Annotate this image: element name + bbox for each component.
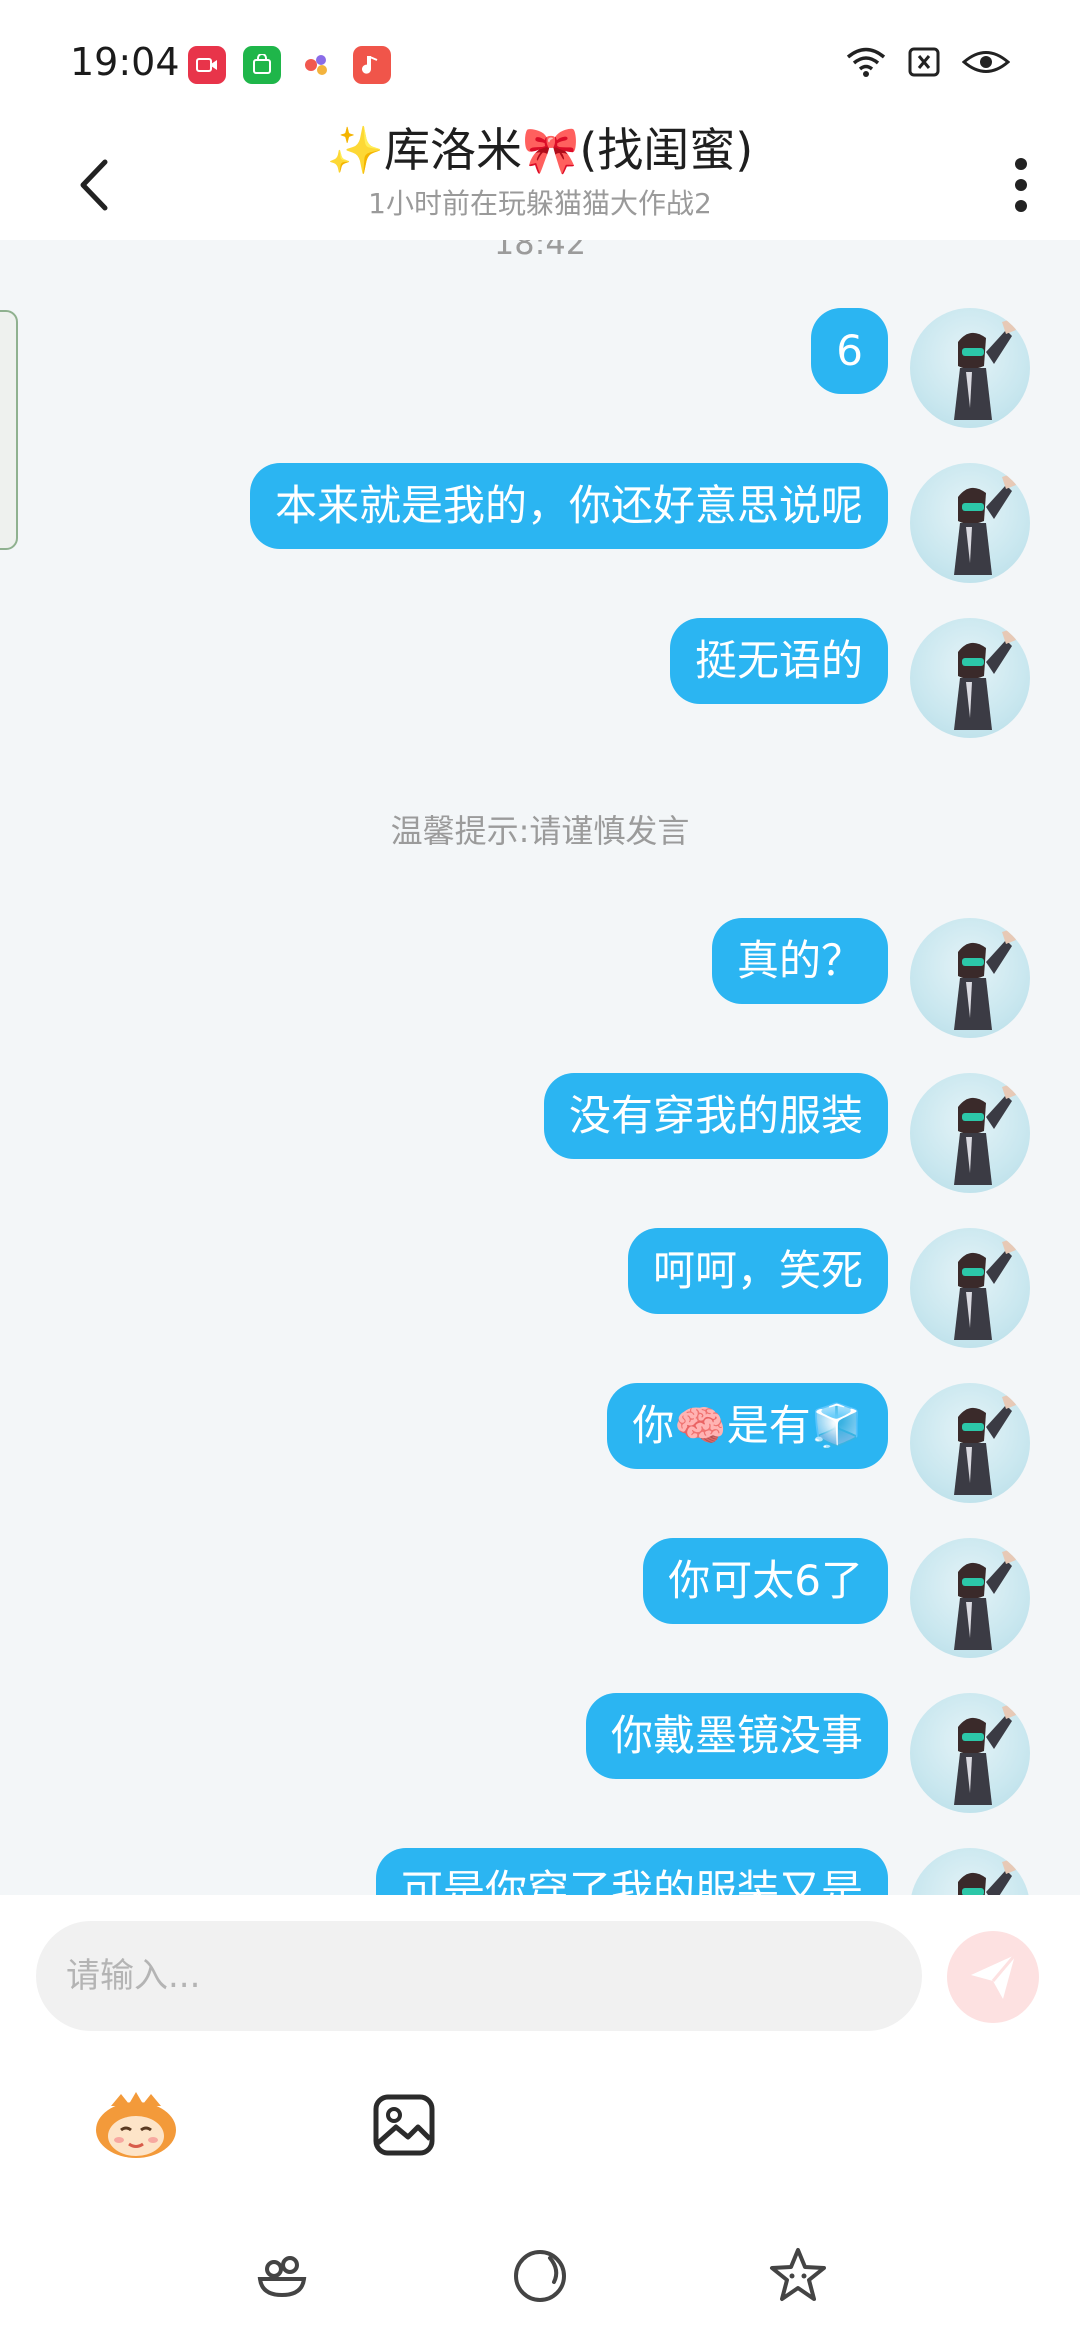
chat-message: 挺无语的 xyxy=(0,618,1080,738)
message-bubble[interactable]: 没有穿我的服装 xyxy=(543,1073,888,1159)
nav-favorites-button[interactable] xyxy=(762,2240,834,2312)
send-icon xyxy=(971,1954,1017,1999)
avatar[interactable] xyxy=(910,1073,1030,1193)
message-bubble[interactable]: 可是你穿了我的服装又是 xyxy=(375,1848,888,1895)
avatar[interactable] xyxy=(910,618,1030,738)
status-bar: 19:04 xyxy=(0,0,1080,120)
shop-app-icon xyxy=(243,46,281,84)
contact-status: 1小时前在玩躲猫猫大作战2 xyxy=(368,187,712,220)
message-input[interactable] xyxy=(36,1921,922,2031)
more-vertical-icon xyxy=(1015,158,1027,212)
message-bubble[interactable]: 6 xyxy=(811,308,888,394)
more-options-button[interactable] xyxy=(986,140,1056,230)
chat-messages[interactable]: 18:42 温馨提示:请谨慎发言 6 本来就是我的，你还好意思说呢 挺无语的 真… xyxy=(0,240,1080,1895)
video-app-icon xyxy=(188,46,226,84)
image-icon xyxy=(373,2094,435,2156)
avatar[interactable] xyxy=(910,1228,1030,1348)
chat-message: 没有穿我的服装 xyxy=(0,1073,1080,1193)
time-separator: 18:42 xyxy=(493,240,587,262)
message-bubble[interactable]: 你可太6了 xyxy=(643,1538,888,1624)
wifi-icon xyxy=(846,46,886,82)
avatar[interactable] xyxy=(910,1538,1030,1658)
sim-off-icon xyxy=(908,47,940,81)
status-right-icons xyxy=(846,46,1011,82)
chat-message: 可是你穿了我的服装又是 xyxy=(0,1848,1080,1895)
message-bubble[interactable]: 呵呵，笑死 xyxy=(627,1228,888,1314)
message-bubble[interactable]: 本来就是我的，你还好意思说呢 xyxy=(249,463,888,549)
food-bowl-icon xyxy=(257,2256,307,2298)
contact-name: ✨库洛米🎀(找闺蜜) xyxy=(326,123,754,177)
status-app-icons xyxy=(188,46,391,84)
chat-header: ✨库洛米🎀(找闺蜜) 1小时前在玩躲猫猫大作战2 xyxy=(0,120,1080,240)
avatar[interactable] xyxy=(910,918,1030,1038)
avatar[interactable] xyxy=(910,1848,1030,1895)
avatar[interactable] xyxy=(910,463,1030,583)
safety-tip: 温馨提示:请谨慎发言 xyxy=(390,812,690,850)
star-face-icon xyxy=(770,2248,826,2301)
chat-message: 真的？ xyxy=(0,918,1080,1038)
avatar[interactable] xyxy=(910,1693,1030,1813)
message-bubble[interactable]: 你🧠是有🧊 xyxy=(607,1383,888,1469)
eye-comfort-icon xyxy=(961,47,1011,81)
image-button[interactable] xyxy=(354,2075,454,2175)
status-time: 19:04 xyxy=(70,40,180,84)
planet-icon xyxy=(514,2250,566,2302)
chat-message: 本来就是我的，你还好意思说呢 xyxy=(0,463,1080,583)
message-bubble[interactable]: 你戴墨镜没事 xyxy=(585,1693,888,1779)
avatar[interactable] xyxy=(910,308,1030,428)
chat-message: 你可太6了 xyxy=(0,1538,1080,1658)
send-button[interactable] xyxy=(947,1931,1039,2023)
sticker-button[interactable] xyxy=(86,2075,186,2175)
chat-message: 你戴墨镜没事 xyxy=(0,1693,1080,1813)
nav-discover-button[interactable] xyxy=(504,2240,576,2312)
chat-message: 你🧠是有🧊 xyxy=(0,1383,1080,1503)
avatar[interactable] xyxy=(910,1383,1030,1503)
chat-message: 呵呵，笑死 xyxy=(0,1228,1080,1348)
chat-message: 6 xyxy=(0,308,1080,428)
music-app-icon xyxy=(353,46,391,84)
message-bubble[interactable]: 挺无语的 xyxy=(669,618,888,704)
monkey-sticker-icon xyxy=(96,2092,176,2158)
nav-games-button[interactable] xyxy=(246,2240,318,2312)
message-bubble[interactable]: 真的？ xyxy=(711,918,888,1004)
paint-app-icon xyxy=(298,46,336,84)
